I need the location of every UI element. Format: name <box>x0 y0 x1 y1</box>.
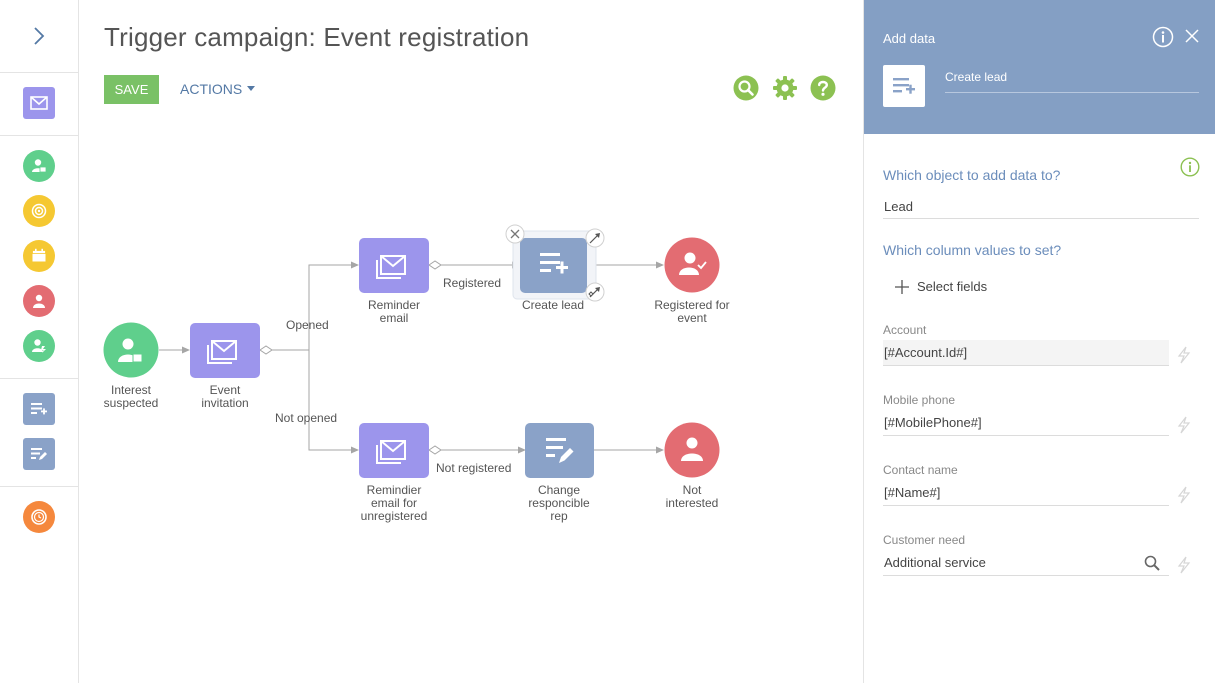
search-icon[interactable] <box>1144 555 1160 571</box>
email-element-icon <box>30 96 48 110</box>
chevron-right-icon <box>34 27 45 45</box>
palette-exit[interactable] <box>23 285 55 317</box>
lightning-macro-icon[interactable] <box>1176 416 1192 434</box>
delete-element-button[interactable] <box>505 224 525 244</box>
connect-arrow-handle[interactable] <box>585 228 605 248</box>
info-icon[interactable] <box>1152 26 1174 48</box>
select-fields-label: Select fields <box>917 279 988 294</box>
palette-goal[interactable] <box>23 195 55 227</box>
element-palette <box>0 0 79 683</box>
designer-area: Trigger campaign: Event registration SAV… <box>79 0 862 683</box>
element-properties-panel: Add data Create lead Which object to add… <box>863 0 1215 683</box>
flow-canvas <box>103 224 720 478</box>
node-label-reminder-email: Reminder email <box>367 298 421 325</box>
object-section-heading: Which object to add data to? <box>883 167 1061 183</box>
field-caption-contact-name: Contact name <box>883 463 958 477</box>
edge-label-opened[interactable]: Opened <box>286 318 329 332</box>
field-caption-account: Account <box>883 323 927 337</box>
account-field[interactable]: [#Account.Id#] <box>883 340 1169 366</box>
panel-header: Add data Create lead <box>864 0 1215 134</box>
node-label-registered-for-event: Registered for event <box>654 298 730 325</box>
exit-contact-icon <box>33 294 45 308</box>
node-event-invitation[interactable] <box>190 323 260 378</box>
node-label-interest-suspected: Interest suspected <box>103 383 159 410</box>
node-not-interested[interactable] <box>664 422 720 478</box>
mobile-phone-field[interactable]: [#MobilePhone#] <box>883 410 1169 436</box>
audience-icon <box>32 159 47 173</box>
element-name-input[interactable]: Create lead <box>945 70 1199 93</box>
close-icon[interactable] <box>1185 29 1199 43</box>
field-caption-customer-need: Customer need <box>883 533 966 547</box>
palette-modify-data[interactable] <box>23 438 55 470</box>
palette-add-data[interactable] <box>23 393 55 425</box>
info-icon[interactable] <box>1180 157 1200 177</box>
panel-title: Add data <box>883 31 936 46</box>
node-label-reminder-unregistered: Remindier email for unregistered <box>360 483 428 523</box>
target-icon <box>31 203 47 219</box>
plus-icon <box>895 279 909 294</box>
element-type-tile <box>883 65 925 107</box>
customer-need-field[interactable]: Additional service <box>883 550 1169 576</box>
node-label-event-invitation: Event invitation <box>201 383 249 410</box>
node-change-responsible-rep[interactable] <box>525 423 594 478</box>
event-calendar-icon <box>32 248 46 262</box>
lightning-macro-icon[interactable] <box>1176 556 1192 574</box>
node-reminder-email[interactable] <box>359 238 429 293</box>
timer-icon <box>31 509 47 525</box>
palette-lead-action[interactable] <box>23 330 55 362</box>
expand-palette-button[interactable] <box>0 0 78 73</box>
field-caption-mobile-phone: Mobile phone <box>883 393 956 407</box>
palette-event[interactable] <box>23 240 55 272</box>
select-fields-button[interactable]: Select fields <box>895 279 987 294</box>
node-label-change-rep: Change responcible rep <box>528 483 590 523</box>
node-registered-for-event[interactable] <box>664 237 720 293</box>
edge-label-not-opened[interactable]: Not opened <box>275 411 337 425</box>
object-lookup-field[interactable]: Lead <box>883 195 1199 219</box>
palette-email-element[interactable] <box>23 87 55 119</box>
add-data-icon <box>893 78 915 94</box>
node-reminder-unregistered[interactable] <box>359 423 429 478</box>
lightning-macro-icon[interactable] <box>1176 346 1192 364</box>
node-create-lead[interactable] <box>512 230 597 300</box>
lead-action-icon <box>32 339 46 353</box>
palette-timer[interactable] <box>23 501 55 533</box>
node-label-not-interested: Not interested <box>665 483 719 510</box>
modify-data-icon <box>31 448 47 460</box>
contact-name-field[interactable]: [#Name#] <box>883 480 1169 506</box>
edge-label-registered[interactable]: Registered <box>443 276 501 290</box>
edge-label-not-registered[interactable]: Not registered <box>436 461 511 475</box>
lightning-macro-icon[interactable] <box>1176 486 1192 504</box>
columns-section-heading: Which column values to set? <box>883 242 1062 258</box>
node-interest-suspected[interactable] <box>103 322 159 378</box>
node-label-create-lead: Create lead <box>521 298 585 312</box>
palette-audience[interactable] <box>23 150 55 182</box>
add-data-icon <box>31 403 47 415</box>
